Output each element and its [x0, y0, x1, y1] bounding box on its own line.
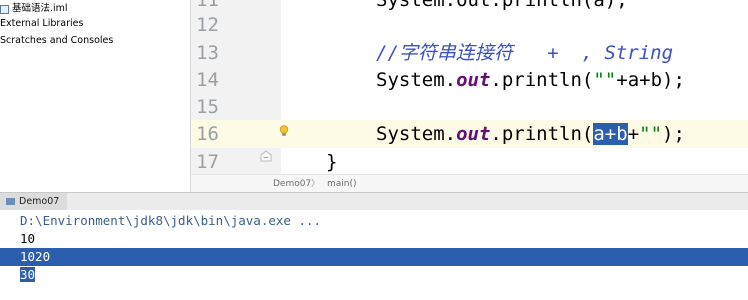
tree-item-iml[interactable]: 基础语法.iml	[0, 1, 68, 17]
code-token: .println(	[490, 69, 594, 91]
code-line-16[interactable]: System.out.println(a+b+"");	[376, 120, 685, 148]
console-line: 30	[0, 266, 748, 284]
project-tree: 基础语法.iml External Libraries Scratches an…	[0, 0, 190, 192]
code-editor[interactable]	[281, 0, 748, 192]
breadcrumb-item[interactable]: main()	[327, 175, 357, 193]
code-token: +	[627, 123, 640, 145]
console-output[interactable]: D:\Environment\jdk8\jdk\bin\java.exe ...…	[0, 210, 748, 300]
breadcrumb-item[interactable]: Demo07	[273, 175, 311, 193]
code-token: out	[456, 123, 491, 145]
line-number: 14	[196, 69, 219, 91]
code-token: System.	[376, 123, 457, 145]
line-number: 17	[196, 151, 219, 173]
line-number: 13	[196, 42, 219, 64]
code-token: +a+b);	[616, 69, 685, 91]
code-token: out	[456, 69, 491, 91]
selected-text[interactable]: a+b	[593, 123, 628, 145]
tree-item-external-libraries[interactable]: External Libraries	[0, 16, 83, 32]
code-token: ""	[639, 123, 663, 145]
code-line-13[interactable]: //字符串连接符 + , String	[376, 39, 673, 67]
run-tool-window-header: Demo07	[0, 192, 748, 211]
iml-file-icon	[0, 4, 9, 14]
console-line: 1020	[0, 248, 748, 266]
code-line-14[interactable]: System.out.println(""+a+b);	[376, 66, 685, 94]
run-tab[interactable]: Demo07	[0, 193, 68, 210]
code-token: );	[662, 123, 685, 145]
tree-item-label: 基础语法.iml	[12, 3, 68, 14]
code-line-17[interactable]: }	[326, 148, 337, 176]
run-config-icon	[6, 198, 15, 205]
tree-item-label: External Libraries	[0, 18, 84, 29]
line-number: 16	[196, 123, 219, 145]
fold-marker-icon[interactable]	[260, 150, 272, 162]
console-line: D:\Environment\jdk8\jdk\bin\java.exe ...	[20, 213, 322, 228]
console-line: 10	[20, 231, 36, 246]
code-token: ""	[593, 69, 617, 91]
breadcrumb: Demo07 〉 main()	[191, 174, 748, 193]
code-token: .println(	[490, 123, 594, 145]
lightbulb-icon[interactable]	[279, 125, 289, 137]
code-line-11[interactable]: System.out.println(a);	[376, 0, 628, 14]
breadcrumb-separator: 〉	[311, 179, 321, 189]
tree-item-scratches[interactable]: Scratches and Consoles	[0, 33, 113, 49]
code-token: System.	[376, 69, 457, 91]
run-tab-label: Demo07	[19, 196, 60, 207]
line-number: 15	[196, 96, 219, 118]
tree-item-label: Scratches and Consoles	[0, 35, 114, 46]
line-number: 12	[196, 14, 219, 36]
console-selected-text: 30	[20, 267, 36, 282]
